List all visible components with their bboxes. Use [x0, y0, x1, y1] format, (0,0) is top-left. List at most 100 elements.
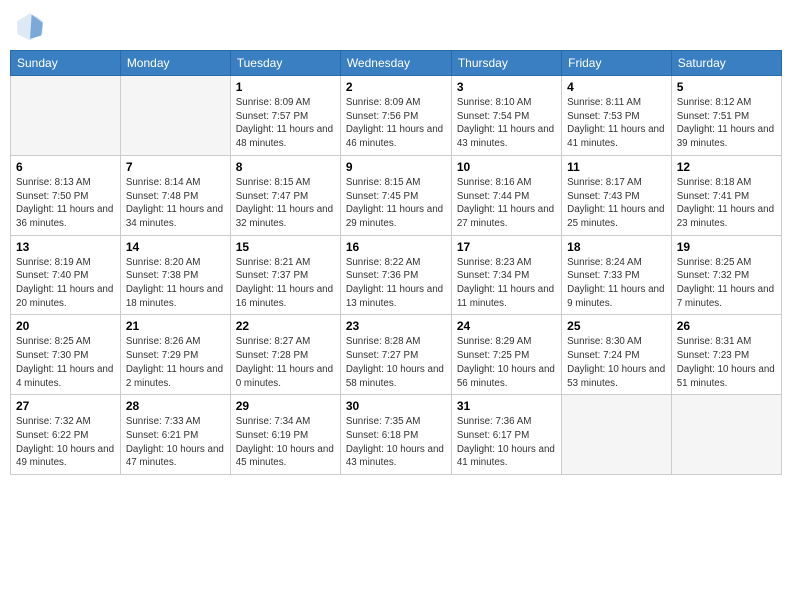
calendar-week-row: 27 Sunrise: 7:32 AM Sunset: 6:22 PM Dayli…	[11, 395, 782, 475]
day-info: Sunrise: 8:29 AM Sunset: 7:25 PM Dayligh…	[457, 335, 556, 390]
day-number: 20	[16, 319, 115, 333]
calendar-cell: 30Sunrise: 7:35 AM Sunset: 6:18 PM Dayli…	[340, 395, 451, 475]
calendar-cell: 31Sunrise: 7:36 AM Sunset: 6:17 PM Dayli…	[451, 395, 561, 475]
day-info: Sunrise: 8:18 AM Sunset: 7:41 PM Dayligh…	[677, 176, 776, 231]
day-info: Sunrise: 8:09 AM Sunset: 7:56 PM Dayligh…	[346, 96, 446, 151]
calendar-week-row: 6 Sunrise: 8:13 AM Sunset: 7:50 PM Daylig…	[11, 155, 782, 235]
day-number: 3	[457, 80, 556, 94]
day-number: 24	[457, 319, 556, 333]
calendar-cell	[671, 395, 781, 475]
day-info: Sunrise: 8:10 AM Sunset: 7:54 PM Dayligh…	[457, 96, 556, 151]
calendar-week-row: 13 Sunrise: 8:19 AM Sunset: 7:40 PM Dayli…	[11, 235, 782, 315]
weekday-header: Sunday	[11, 51, 121, 76]
logo-icon	[14, 10, 46, 42]
calendar-week-row: 20 Sunrise: 8:25 AM Sunset: 7:30 PM Dayli…	[11, 315, 782, 395]
day-info: Sunrise: 8:19 AM Sunset: 7:40 PM Dayligh…	[16, 256, 115, 311]
calendar-cell: 3 Sunrise: 8:10 AM Sunset: 7:54 PM Daylig…	[451, 76, 561, 156]
day-number: 4	[567, 80, 666, 94]
calendar-cell	[562, 395, 672, 475]
calendar-cell: 13 Sunrise: 8:19 AM Sunset: 7:40 PM Dayli…	[11, 235, 121, 315]
day-number: 17	[457, 240, 556, 254]
weekday-header: Friday	[562, 51, 672, 76]
day-number: 31	[457, 399, 556, 413]
calendar-cell: 26Sunrise: 8:31 AM Sunset: 7:23 PM Dayli…	[671, 315, 781, 395]
calendar-cell: 17Sunrise: 8:23 AM Sunset: 7:34 PM Dayli…	[451, 235, 561, 315]
day-info: Sunrise: 8:14 AM Sunset: 7:48 PM Dayligh…	[126, 176, 225, 231]
calendar-cell: 15Sunrise: 8:21 AM Sunset: 7:37 PM Dayli…	[230, 235, 340, 315]
day-number: 7	[126, 160, 225, 174]
calendar-cell: 16 Sunrise: 8:22 AM Sunset: 7:36 PM Dayli…	[340, 235, 451, 315]
weekday-header: Wednesday	[340, 51, 451, 76]
day-number: 18	[567, 240, 666, 254]
calendar-cell: 4 Sunrise: 8:11 AM Sunset: 7:53 PM Daylig…	[562, 76, 672, 156]
day-number: 6	[16, 160, 115, 174]
day-info: Sunrise: 8:15 AM Sunset: 7:47 PM Dayligh…	[236, 176, 335, 231]
day-number: 14	[126, 240, 225, 254]
calendar-cell	[120, 76, 230, 156]
day-info: Sunrise: 8:25 AM Sunset: 7:32 PM Dayligh…	[677, 256, 776, 311]
calendar-cell: 22 Sunrise: 8:27 AM Sunset: 7:28 PM Dayli…	[230, 315, 340, 395]
day-info: Sunrise: 7:32 AM Sunset: 6:22 PM Dayligh…	[16, 415, 115, 470]
calendar-cell: 1Sunrise: 8:09 AM Sunset: 7:57 PM Daylig…	[230, 76, 340, 156]
day-number: 12	[677, 160, 776, 174]
calendar-week-row: 1Sunrise: 8:09 AM Sunset: 7:57 PM Daylig…	[11, 76, 782, 156]
day-number: 21	[126, 319, 225, 333]
day-number: 23	[346, 319, 446, 333]
day-number: 25	[567, 319, 666, 333]
calendar-cell: 2 Sunrise: 8:09 AM Sunset: 7:56 PM Daylig…	[340, 76, 451, 156]
day-info: Sunrise: 8:22 AM Sunset: 7:36 PM Dayligh…	[346, 256, 446, 311]
day-number: 13	[16, 240, 115, 254]
calendar-cell: 9 Sunrise: 8:15 AM Sunset: 7:45 PM Daylig…	[340, 155, 451, 235]
day-info: Sunrise: 8:17 AM Sunset: 7:43 PM Dayligh…	[567, 176, 666, 231]
calendar-cell: 29 Sunrise: 7:34 AM Sunset: 6:19 PM Dayli…	[230, 395, 340, 475]
day-info: Sunrise: 8:28 AM Sunset: 7:27 PM Dayligh…	[346, 335, 446, 390]
calendar-table: SundayMondayTuesdayWednesdayThursdayFrid…	[10, 50, 782, 475]
day-number: 15	[236, 240, 335, 254]
calendar-cell: 24 Sunrise: 8:29 AM Sunset: 7:25 PM Dayli…	[451, 315, 561, 395]
day-info: Sunrise: 7:34 AM Sunset: 6:19 PM Dayligh…	[236, 415, 335, 470]
day-info: Sunrise: 8:30 AM Sunset: 7:24 PM Dayligh…	[567, 335, 666, 390]
weekday-header: Saturday	[671, 51, 781, 76]
day-info: Sunrise: 8:15 AM Sunset: 7:45 PM Dayligh…	[346, 176, 446, 231]
page-header	[10, 10, 782, 42]
day-info: Sunrise: 8:12 AM Sunset: 7:51 PM Dayligh…	[677, 96, 776, 151]
calendar-cell: 28 Sunrise: 7:33 AM Sunset: 6:21 PM Dayli…	[120, 395, 230, 475]
calendar-cell: 5Sunrise: 8:12 AM Sunset: 7:51 PM Daylig…	[671, 76, 781, 156]
calendar-cell: 23 Sunrise: 8:28 AM Sunset: 7:27 PM Dayli…	[340, 315, 451, 395]
day-number: 19	[677, 240, 776, 254]
day-number: 9	[346, 160, 446, 174]
day-info: Sunrise: 8:26 AM Sunset: 7:29 PM Dayligh…	[126, 335, 225, 390]
day-info: Sunrise: 8:31 AM Sunset: 7:23 PM Dayligh…	[677, 335, 776, 390]
calendar-cell: 19 Sunrise: 8:25 AM Sunset: 7:32 PM Dayli…	[671, 235, 781, 315]
day-info: Sunrise: 7:35 AM Sunset: 6:18 PM Dayligh…	[346, 415, 446, 470]
calendar-cell: 6 Sunrise: 8:13 AM Sunset: 7:50 PM Daylig…	[11, 155, 121, 235]
day-number: 28	[126, 399, 225, 413]
day-info: Sunrise: 8:11 AM Sunset: 7:53 PM Dayligh…	[567, 96, 666, 151]
day-info: Sunrise: 8:16 AM Sunset: 7:44 PM Dayligh…	[457, 176, 556, 231]
day-number: 29	[236, 399, 335, 413]
calendar-cell: 27 Sunrise: 7:32 AM Sunset: 6:22 PM Dayli…	[11, 395, 121, 475]
day-info: Sunrise: 8:13 AM Sunset: 7:50 PM Dayligh…	[16, 176, 115, 231]
weekday-header: Thursday	[451, 51, 561, 76]
day-number: 10	[457, 160, 556, 174]
day-info: Sunrise: 8:27 AM Sunset: 7:28 PM Dayligh…	[236, 335, 335, 390]
calendar-cell: 14Sunrise: 8:20 AM Sunset: 7:38 PM Dayli…	[120, 235, 230, 315]
weekday-header: Tuesday	[230, 51, 340, 76]
day-number: 2	[346, 80, 446, 94]
calendar-cell: 11 Sunrise: 8:17 AM Sunset: 7:43 PM Dayli…	[562, 155, 672, 235]
day-number: 22	[236, 319, 335, 333]
calendar-cell: 7 Sunrise: 8:14 AM Sunset: 7:48 PM Daylig…	[120, 155, 230, 235]
day-info: Sunrise: 8:24 AM Sunset: 7:33 PM Dayligh…	[567, 256, 666, 311]
calendar-cell	[11, 76, 121, 156]
logo	[14, 10, 50, 42]
calendar-cell: 12 Sunrise: 8:18 AM Sunset: 7:41 PM Dayli…	[671, 155, 781, 235]
day-info: Sunrise: 7:33 AM Sunset: 6:21 PM Dayligh…	[126, 415, 225, 470]
day-number: 1	[236, 80, 335, 94]
day-number: 27	[16, 399, 115, 413]
weekday-header-row: SundayMondayTuesdayWednesdayThursdayFrid…	[11, 51, 782, 76]
day-number: 11	[567, 160, 666, 174]
calendar-cell: 21 Sunrise: 8:26 AM Sunset: 7:29 PM Dayli…	[120, 315, 230, 395]
day-number: 16	[346, 240, 446, 254]
calendar-cell: 8Sunrise: 8:15 AM Sunset: 7:47 PM Daylig…	[230, 155, 340, 235]
day-info: Sunrise: 8:25 AM Sunset: 7:30 PM Dayligh…	[16, 335, 115, 390]
